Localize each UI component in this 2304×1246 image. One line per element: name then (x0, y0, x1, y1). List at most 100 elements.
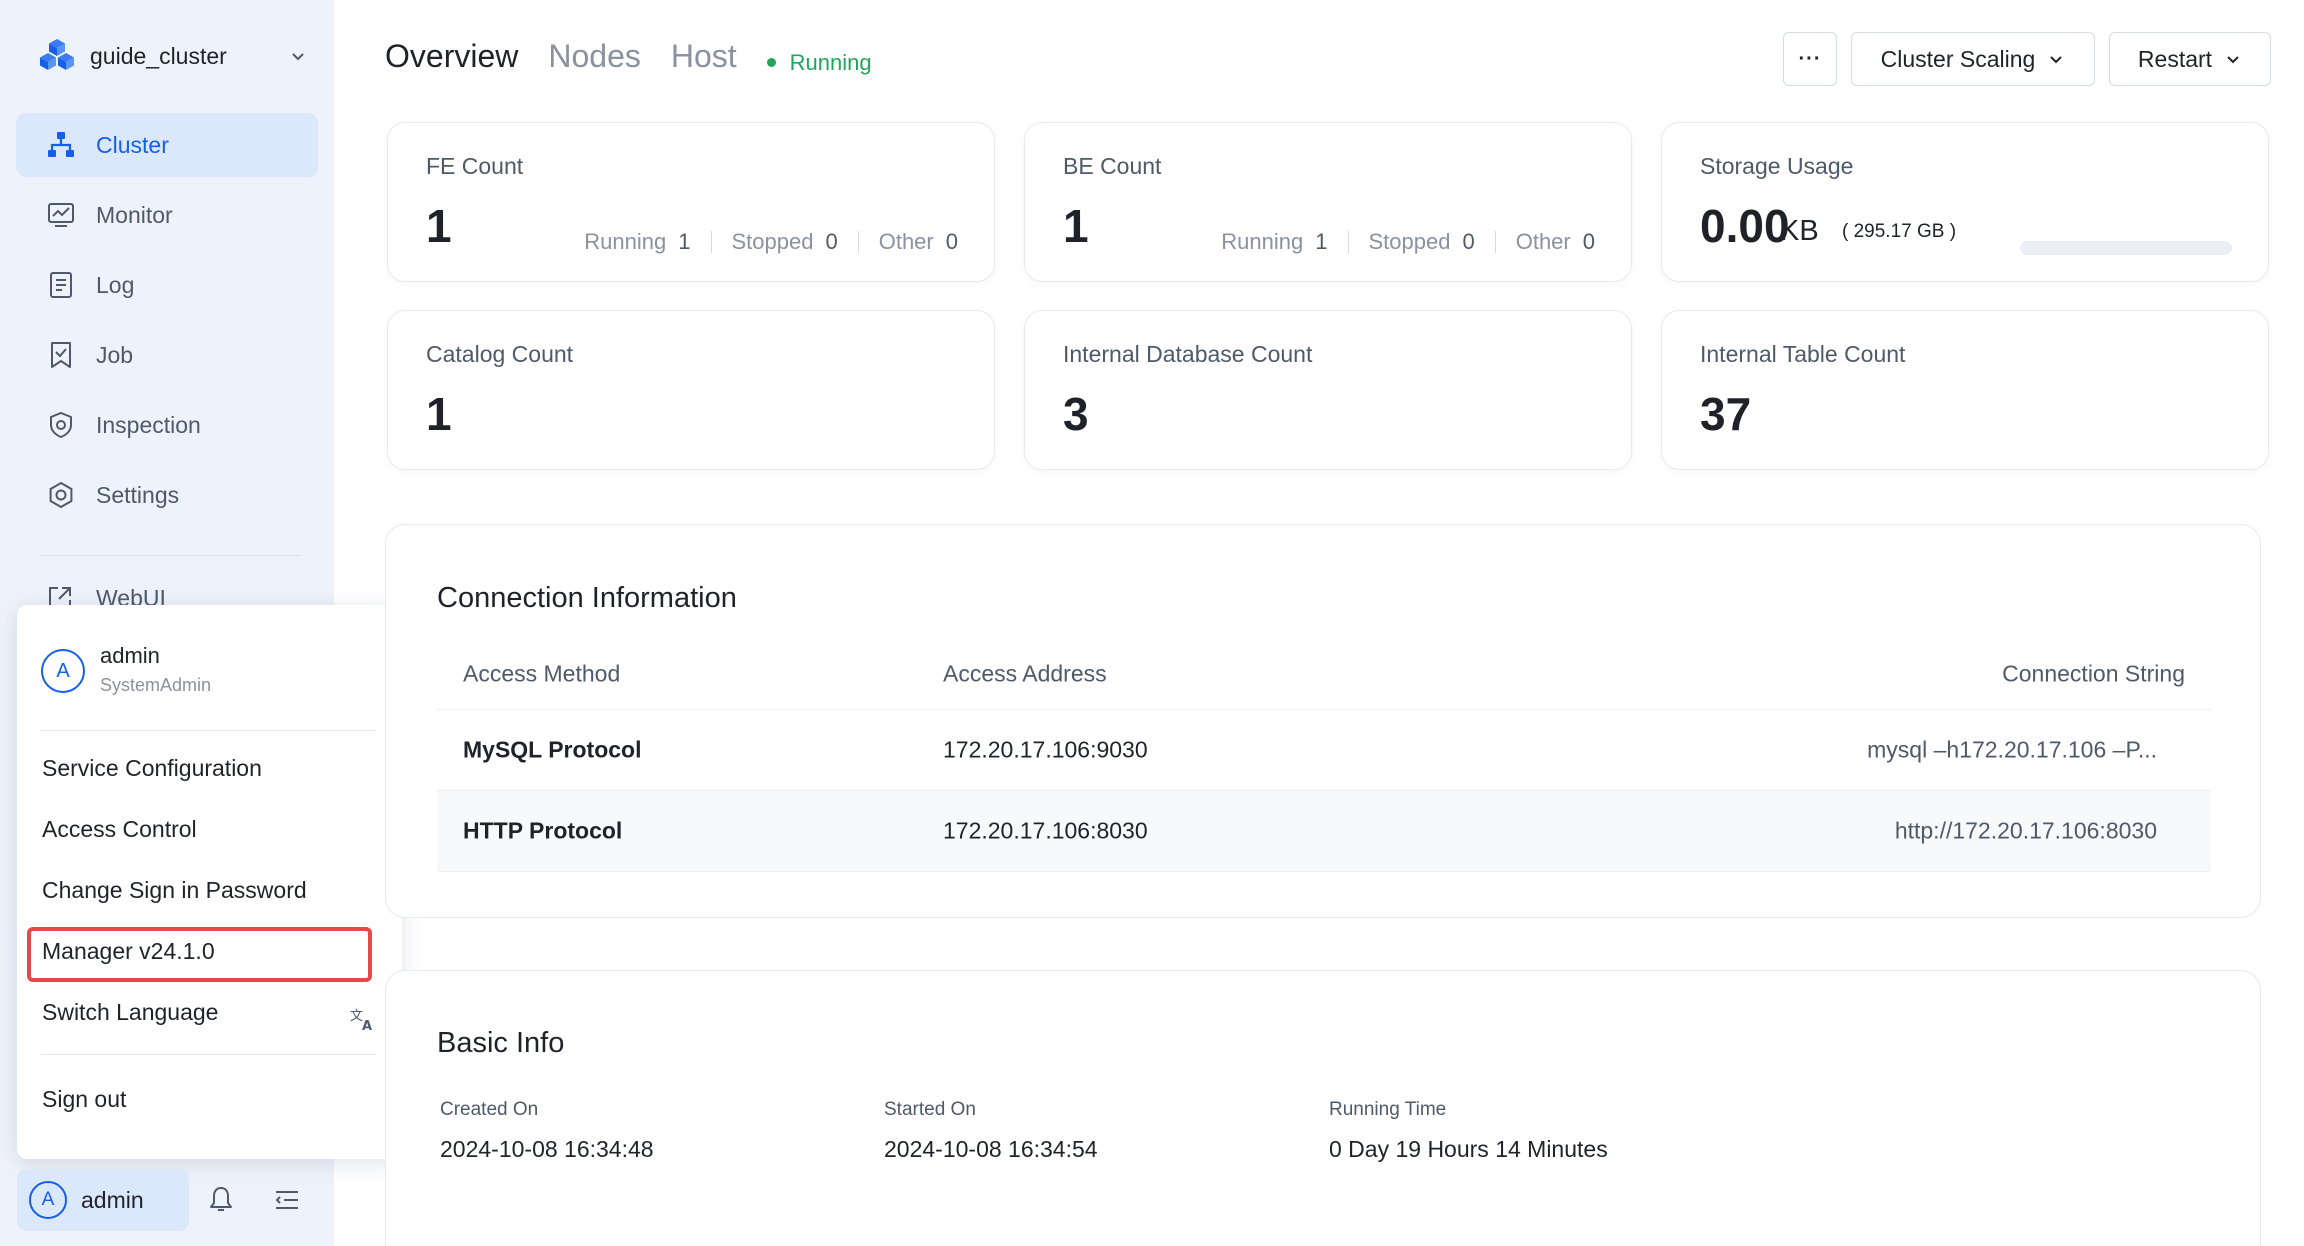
divider (857, 231, 859, 253)
started-on-value: 2024-10-08 16:34:54 (884, 1136, 1098, 1162)
other-label: Other (878, 229, 934, 254)
card-breakdown: Running 1 Stopped 0 Other 0 (584, 229, 958, 255)
sidebar-item-label: Job (96, 341, 134, 368)
card-value: 1 (426, 388, 452, 440)
connection-string[interactable]: mysql –h172.20.17.106 –P... (1867, 737, 2157, 764)
started-on-label: Started On (884, 1099, 976, 1120)
cluster-selector[interactable]: guide_cluster (38, 34, 308, 78)
cluster-scaling-button[interactable]: Cluster Scaling (1851, 32, 2095, 86)
restart-label: Restart (2137, 45, 2213, 72)
user-role: SystemAdmin (100, 675, 212, 695)
monitor-icon (48, 203, 74, 227)
stopped-count: 0 (1462, 229, 1475, 254)
sidebar-item-label: Log (96, 271, 135, 298)
section-title: Connection Information (437, 582, 737, 614)
sidebar-item-label: Inspection (96, 411, 201, 438)
other-count: 0 (945, 229, 958, 254)
divider (1494, 231, 1496, 253)
internal-table-count-card: Internal Table Count 37 (1661, 310, 2269, 470)
divider (710, 231, 712, 253)
page-tabs: Overview Nodes Host Running (385, 38, 872, 76)
menu-item-version[interactable]: Manager v24.1.0 (42, 938, 215, 965)
fe-count-card: FE Count 1 Running 1 Stopped 0 Other 0 (387, 122, 995, 282)
status-badge: Running (766, 49, 872, 76)
sidebar-item-monitor[interactable]: Monitor (16, 183, 318, 247)
card-label: Storage Usage (1700, 153, 1854, 179)
basic-info-panel: Basic Info Created On 2024-10-08 16:34:4… (385, 970, 2261, 1246)
bell-icon[interactable] (206, 1184, 236, 1214)
menu-item-service-configuration[interactable]: Service Configuration (42, 755, 262, 782)
stopped-count: 0 (825, 229, 838, 254)
status-text: Running (789, 49, 872, 75)
running-label: Running (1221, 229, 1304, 254)
other-label: Other (1515, 229, 1571, 254)
sidebar-divider (40, 555, 302, 556)
card-label: Internal Database Count (1063, 341, 1313, 367)
restart-button[interactable]: Restart (2109, 32, 2271, 86)
menu-item-sign-out[interactable]: Sign out (42, 1086, 126, 1113)
table-row: HTTP Protocol 172.20.17.106:8030 http://… (437, 791, 2211, 872)
job-icon (51, 342, 71, 368)
settings-icon (49, 481, 73, 509)
card-label: Internal Table Count (1700, 341, 1906, 367)
storage-progress-bar (2020, 241, 2232, 255)
stopped-label: Stopped (731, 229, 814, 254)
sidebar-item-job[interactable]: Job (16, 323, 318, 387)
menu-item-change-password[interactable]: Change Sign in Password (42, 877, 307, 904)
access-address: 172.20.17.106:8030 (943, 817, 1148, 844)
svg-text:A: A (362, 1019, 372, 1033)
menu-item-switch-language[interactable]: Switch Language (42, 999, 218, 1026)
cluster-scaling-label: Cluster Scaling (1880, 45, 2036, 72)
sidebar-item-inspection[interactable]: Inspection (16, 393, 318, 457)
sidebar-item-label: Monitor (96, 201, 173, 228)
connection-table: Access Method Access Address Connection … (437, 638, 2211, 872)
inspection-icon (50, 411, 72, 439)
status-dot (766, 58, 776, 67)
card-value: 1 (1063, 200, 1089, 252)
connection-string[interactable]: http://172.20.17.106:8030 (1895, 818, 2157, 845)
card-label: Catalog Count (426, 341, 574, 367)
internal-database-count-card: Internal Database Count 3 (1024, 310, 1632, 470)
connection-information-panel: Connection Information Access Method Acc… (385, 524, 2261, 918)
divider (1347, 231, 1349, 253)
table-header-row: Access Method Access Address Connection … (437, 638, 2211, 710)
menu-item-access-control[interactable]: Access Control (42, 816, 197, 843)
tab-overview[interactable]: Overview (385, 38, 518, 75)
tab-host[interactable]: Host (671, 38, 737, 75)
card-value: 3 (1063, 388, 1089, 440)
log-icon (50, 272, 72, 298)
running-count: 1 (1315, 229, 1328, 254)
access-address: 172.20.17.106:9030 (943, 736, 1148, 763)
access-method: HTTP Protocol (463, 817, 623, 844)
avatar: A (41, 649, 85, 693)
menu-fold-icon[interactable] (272, 1185, 302, 1215)
translate-icon: 文 A (350, 1009, 372, 1033)
be-count-card: BE Count 1 Running 1 Stopped 0 Other 0 (1024, 122, 1632, 282)
sidebar-item-settings[interactable]: Settings (16, 463, 318, 527)
catalog-count-card: Catalog Count 1 (387, 310, 995, 470)
column-header: Access Method (463, 660, 621, 686)
column-header: Connection String (2002, 660, 2185, 686)
chevron-down-icon (2050, 56, 2063, 64)
cluster-logo-icon (40, 39, 74, 70)
more-button[interactable]: ··· (1783, 32, 1837, 86)
menu-divider (41, 730, 376, 731)
storage-total: ( 295.17 GB ) (1842, 221, 1957, 242)
card-label: FE Count (426, 153, 524, 179)
user-menu-popover: A admin SystemAdmin Service Configuratio… (17, 605, 402, 1159)
stopped-label: Stopped (1368, 229, 1451, 254)
storage-value: 0.00 (1700, 200, 1790, 252)
sidebar-item-label: Settings (96, 481, 180, 508)
created-on-label: Created On (440, 1099, 539, 1120)
menu-divider (41, 1054, 376, 1055)
user-bar-name: admin (81, 1186, 144, 1213)
sidebar-item-log[interactable]: Log (16, 253, 318, 317)
storage-usage-card: Storage Usage 0.00 KB ( 295.17 GB ) (1661, 122, 2269, 282)
user-account-button[interactable]: A admin (17, 1169, 189, 1231)
table-row: MySQL Protocol 172.20.17.106:9030 mysql … (437, 710, 2211, 791)
tab-nodes[interactable]: Nodes (548, 38, 641, 75)
sidebar: guide_cluster Cluster Monitor Log Job In… (0, 0, 402, 1246)
avatar: A (29, 1181, 67, 1219)
sidebar-item-cluster[interactable]: Cluster (16, 113, 318, 177)
card-value: 1 (426, 200, 452, 252)
